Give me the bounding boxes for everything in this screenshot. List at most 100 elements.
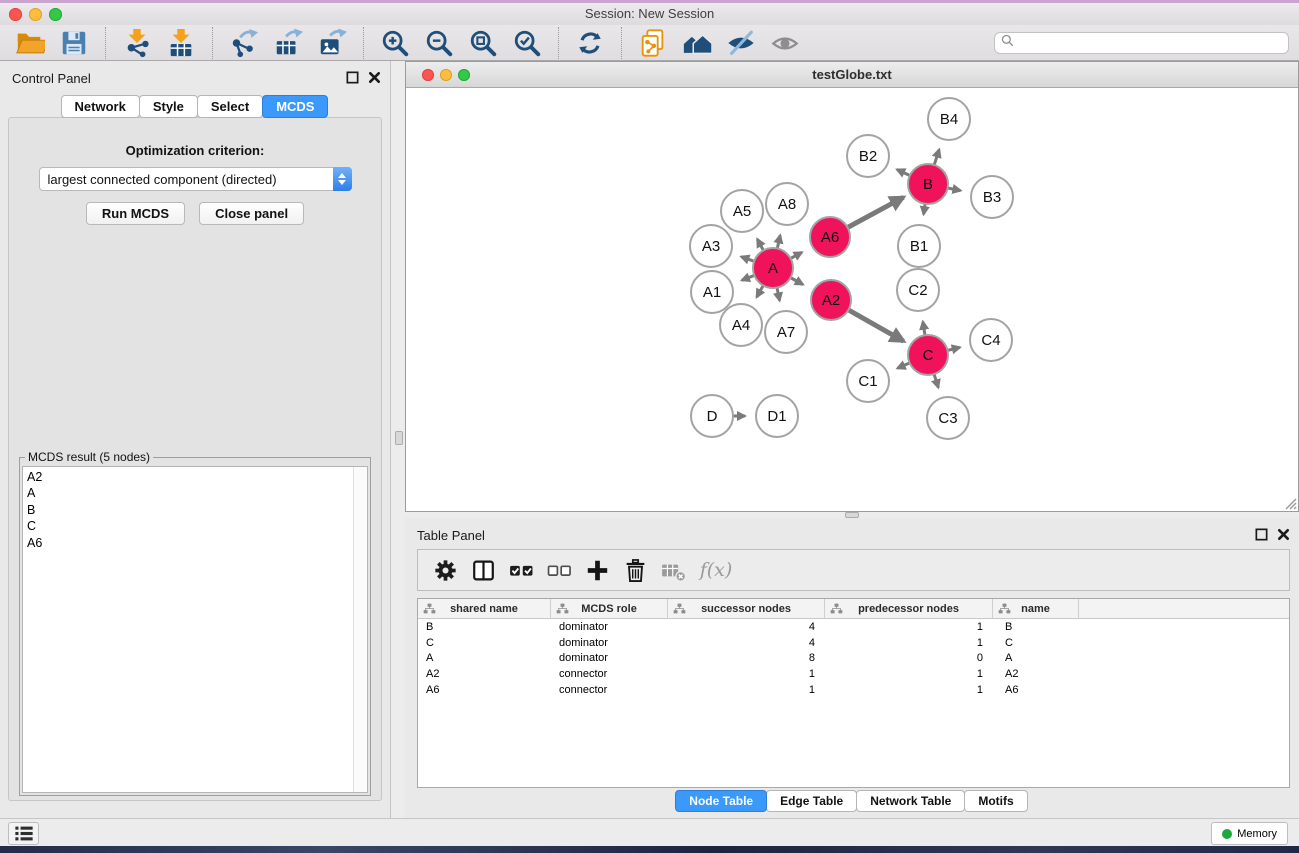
import-network-button[interactable] [119,27,155,59]
refresh-view-button[interactable] [572,27,608,59]
table-cell[interactable]: dominator [551,652,668,664]
table-cell[interactable]: 1 [825,684,993,696]
mcds-result-list[interactable]: A2ABCA6 [22,466,368,793]
column-header-shared-name[interactable]: shared name [418,599,551,618]
memory-status-icon [1222,829,1232,839]
zoom-out-button[interactable] [421,27,457,59]
mcds-result-item[interactable]: A6 [23,535,367,551]
table-cell[interactable]: connector [551,684,668,696]
table-cell[interactable]: dominator [551,637,668,649]
table-cell[interactable]: 4 [668,621,825,633]
table-cell[interactable]: A2 [993,668,1079,680]
first-neighbors-button[interactable] [679,27,715,59]
table-cell[interactable]: 1 [825,637,993,649]
graph-node-label: B3 [983,189,1001,206]
memory-button[interactable]: Memory [1211,822,1288,845]
table-row[interactable]: Bdominator41B [418,619,1289,635]
network-maximize-button[interactable] [458,69,470,81]
table-cell[interactable]: A [993,652,1079,664]
export-table-button[interactable] [270,27,306,59]
table-settings-button[interactable] [427,552,463,588]
result-scrollbar[interactable] [353,467,367,792]
network-canvas[interactable]: AA1A2A3A4A5A6A7A8BB1B2B3B4CC1C2C3C4DD1 [406,88,1298,511]
tab-network[interactable]: Network [61,95,140,118]
import-table-button[interactable] [163,27,199,59]
network-close-button[interactable] [422,69,434,81]
show-panels-menu-button[interactable] [8,822,39,845]
close-panel-icon[interactable] [1276,527,1291,542]
table-cell[interactable]: C [418,637,551,649]
search-box[interactable] [994,32,1289,54]
export-network-button[interactable] [226,27,262,59]
show-all-button[interactable] [767,27,803,59]
tab-mcds[interactable]: MCDS [262,95,328,118]
delete-table-button [655,552,691,588]
delete-column-button[interactable] [617,552,653,588]
tab-edge-table[interactable]: Edge Table [766,790,857,812]
table-cell[interactable]: 1 [825,621,993,633]
close-window-button[interactable] [9,8,22,21]
zoom-selected-button[interactable] [509,27,545,59]
network-minimize-button[interactable] [440,69,452,81]
table-row[interactable]: A2connector11A2 [418,666,1289,682]
table-cell[interactable]: 4 [668,637,825,649]
mcds-result-item[interactable]: B [23,502,367,518]
zoom-in-button[interactable] [377,27,413,59]
graph-node-label: A7 [777,324,795,341]
column-header-successor-nodes[interactable]: successor nodes [668,599,825,618]
table-row[interactable]: A6connector11A6 [418,682,1289,698]
table-cell[interactable]: 1 [825,668,993,680]
table-cell[interactable]: A2 [418,668,551,680]
table-cell[interactable]: A6 [993,684,1079,696]
table-cell[interactable]: B [418,621,551,633]
column-header-name[interactable]: name [993,599,1079,618]
close-panel-icon[interactable] [367,70,382,85]
mcds-result-item[interactable]: C [23,518,367,534]
select-all-rows-button[interactable] [503,552,539,588]
table-cell[interactable]: A6 [418,684,551,696]
maximize-window-button[interactable] [49,8,62,21]
column-header-mcds-role[interactable]: MCDS role [551,599,668,618]
tab-motifs[interactable]: Motifs [964,790,1027,812]
mcds-result-item[interactable]: A [23,485,367,501]
open-session-button[interactable] [12,27,48,59]
tab-select[interactable]: Select [197,95,263,118]
search-icon [1000,33,1015,53]
show-columns-button[interactable] [465,552,501,588]
search-input[interactable] [1015,36,1283,50]
network-graph[interactable]: AA1A2A3A4A5A6A7A8BB1B2B3B4CC1C2C3C4DD1 [406,88,1298,511]
hide-selected-button[interactable] [723,27,759,59]
export-image-button[interactable] [314,27,350,59]
float-panel-icon[interactable] [1254,527,1269,542]
column-header-predecessor-nodes[interactable]: predecessor nodes [825,599,993,618]
table-row[interactable]: Adominator80A [418,651,1289,667]
table-cell[interactable]: 1 [668,668,825,680]
run-mcds-button[interactable]: Run MCDS [86,202,185,225]
table-cell[interactable]: 0 [825,652,993,664]
mcds-result-item[interactable]: A2 [23,469,367,485]
resize-grip-icon[interactable] [1283,496,1297,510]
table-cell[interactable]: dominator [551,621,668,633]
vertical-split-handle[interactable] [395,431,403,445]
create-column-button[interactable] [579,552,615,588]
save-session-button[interactable] [56,27,92,59]
toolbar-separator [558,27,559,59]
table-cell[interactable]: connector [551,668,668,680]
minimize-window-button[interactable] [29,8,42,21]
table-row[interactable]: Cdominator41C [418,635,1289,651]
deselect-all-rows-button[interactable] [541,552,577,588]
table-cell[interactable]: 1 [668,684,825,696]
tab-style[interactable]: Style [139,95,198,118]
close-panel-button[interactable]: Close panel [199,202,304,225]
tab-network-table[interactable]: Network Table [856,790,965,812]
new-network-from-selection-button[interactable] [635,27,671,59]
table-cell[interactable]: B [993,621,1079,633]
float-panel-icon[interactable] [345,70,360,85]
optimization-criterion-select[interactable]: largest connected component (directed) [39,167,352,191]
tab-node-table[interactable]: Node Table [675,790,767,812]
table-cell[interactable]: A [418,652,551,664]
table-cell[interactable]: C [993,637,1079,649]
network-window-titlebar[interactable]: testGlobe.txt [406,62,1298,88]
table-cell[interactable]: 8 [668,652,825,664]
zoom-fit-button[interactable] [465,27,501,59]
